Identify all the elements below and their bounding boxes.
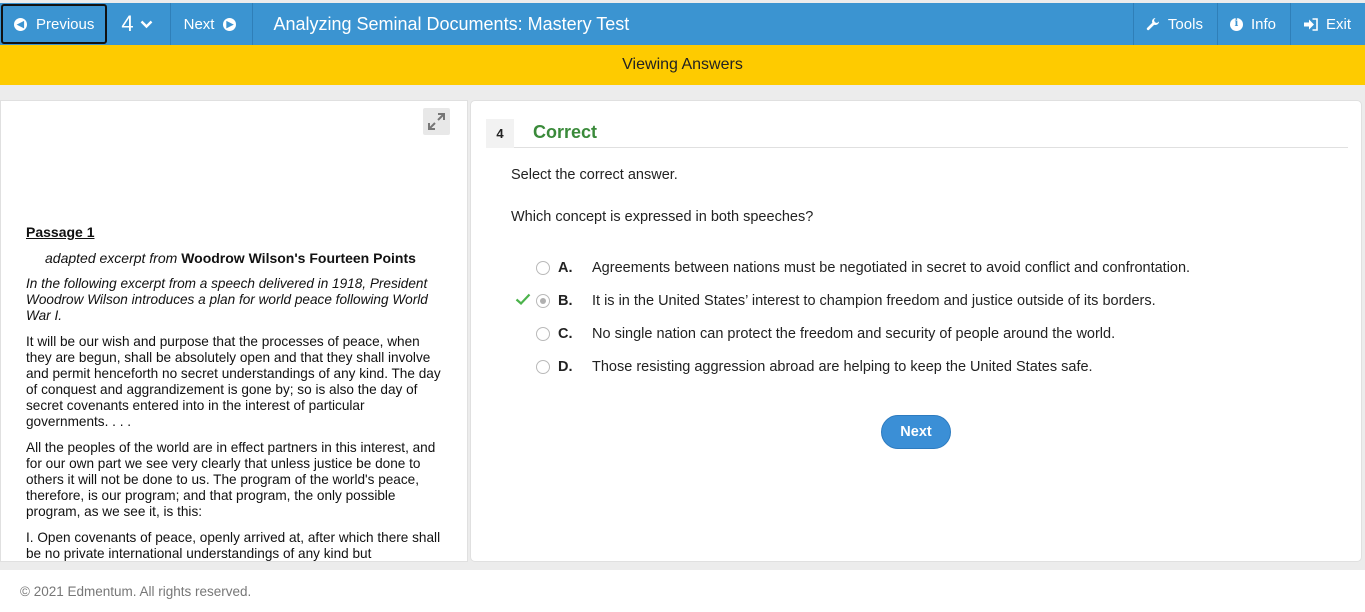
passage-source-prefix: adapted excerpt from bbox=[45, 250, 178, 266]
footer: © 2021 Edmentum. All rights reserved. bbox=[0, 570, 1365, 612]
choice-text: Agreements between nations must be negot… bbox=[592, 259, 1191, 276]
exit-label: Exit bbox=[1325, 15, 1351, 33]
choice-a[interactable]: A. Agreements between nations must be ne… bbox=[511, 251, 1331, 284]
choice-c[interactable]: C. No single nation can protect the free… bbox=[511, 317, 1331, 350]
arrow-left-circle-icon: ◀ bbox=[14, 17, 27, 31]
top-toolbar: ◀ Previous 4 Next ▶ Analyzing Seminal Do… bbox=[0, 3, 1365, 45]
radio-button[interactable] bbox=[536, 327, 550, 341]
passage-paragraph: It will be our wish and purpose that the… bbox=[26, 334, 441, 429]
question-text: Which concept is expressed in both speec… bbox=[511, 209, 814, 225]
radio-button[interactable] bbox=[536, 261, 550, 275]
question-number: 4 bbox=[121, 11, 134, 36]
question-selector[interactable]: 4 bbox=[107, 3, 171, 45]
page-title: Analyzing Seminal Documents: Mastery Tes… bbox=[252, 3, 1132, 45]
info-circle-icon: i bbox=[1229, 17, 1243, 31]
previous-label: Previous bbox=[36, 15, 95, 33]
choice-letter: C. bbox=[558, 325, 573, 342]
chevron-down-icon bbox=[140, 20, 152, 28]
viewing-answers-banner: Viewing Answers bbox=[0, 45, 1365, 85]
passage-source-name: Woodrow Wilson's Fourteen Points bbox=[181, 250, 416, 266]
info-button[interactable]: i Info bbox=[1216, 3, 1290, 45]
choice-letter: D. bbox=[558, 358, 573, 375]
choice-b[interactable]: B. It is in the United States’ interest … bbox=[511, 284, 1331, 317]
tools-label: Tools bbox=[1167, 15, 1203, 33]
previous-button[interactable]: ◀ Previous bbox=[1, 4, 108, 44]
choice-d[interactable]: D. Those resisting aggression abroad are… bbox=[511, 350, 1331, 383]
passage-paragraph: I. Open covenants of peace, openly arriv… bbox=[26, 530, 441, 561]
question-panel: 4 Correct Select the correct answer. Whi… bbox=[470, 100, 1362, 562]
copyright-text: © 2021 Edmentum. All rights reserved. bbox=[20, 583, 252, 599]
choice-text: It is in the United States’ interest to … bbox=[592, 292, 1156, 309]
exit-button[interactable]: Exit bbox=[1289, 3, 1365, 45]
passage-title: Passage 1 bbox=[26, 224, 95, 240]
expand-arrows-icon bbox=[428, 113, 445, 130]
next-question-button[interactable]: Next ▶ bbox=[171, 3, 254, 45]
answer-choices: A. Agreements between nations must be ne… bbox=[511, 251, 1331, 383]
question-header: 4 Correct bbox=[486, 119, 1348, 148]
radio-button-selected[interactable] bbox=[536, 294, 550, 308]
passage-source: adapted excerpt from Woodrow Wilson's Fo… bbox=[45, 250, 446, 266]
arrow-right-circle-icon: ▶ bbox=[223, 17, 237, 31]
next-button[interactable]: Next bbox=[881, 415, 951, 449]
next-label: Next bbox=[183, 15, 215, 33]
radio-button[interactable] bbox=[536, 360, 550, 374]
choice-text: Those resisting aggression abroad are he… bbox=[592, 358, 1093, 375]
sign-out-icon bbox=[1303, 17, 1318, 31]
banner-text: Viewing Answers bbox=[622, 56, 743, 73]
answer-status: Correct bbox=[533, 122, 598, 142]
passage-content: Passage 1 adapted excerpt from Woodrow W… bbox=[26, 224, 446, 561]
passage-intro: In the following excerpt from a speech d… bbox=[26, 276, 428, 323]
question-number-badge: 4 bbox=[486, 119, 514, 148]
choice-letter: B. bbox=[558, 292, 573, 309]
wrench-icon bbox=[1146, 18, 1159, 31]
info-label: Info bbox=[1250, 15, 1276, 33]
passage-panel[interactable]: Passage 1 adapted excerpt from Woodrow W… bbox=[0, 100, 468, 562]
checkmark-icon bbox=[515, 293, 531, 306]
passage-paragraph: All the peoples of the world are in effe… bbox=[26, 440, 436, 519]
choice-text: No single nation can protect the freedom… bbox=[592, 325, 1116, 342]
tools-button[interactable]: Tools bbox=[1132, 3, 1217, 45]
choice-letter: A. bbox=[558, 259, 573, 276]
expand-passage-button[interactable] bbox=[423, 108, 450, 135]
question-instruction: Select the correct answer. bbox=[511, 167, 678, 183]
